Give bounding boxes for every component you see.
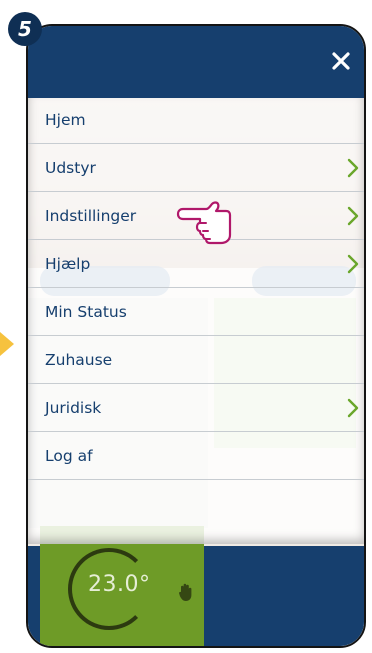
menu-item-label: Log af [45,446,93,465]
close-icon[interactable] [326,46,356,76]
menu-item-hjaelp[interactable]: Hjælp [28,240,364,288]
manual-mode-hand-icon [179,583,192,601]
app-header [28,26,364,98]
menu-item-label: Indstillinger [45,206,137,225]
menu-item-log-af[interactable]: Log af [28,432,364,480]
navigation-menu: Hjem Udstyr Indstillinger Hjælp Min Stat… [28,96,364,544]
temperature-value: 23.0° [88,572,151,597]
yellow-arrow-icon [0,332,14,356]
pointing-hand-icon [176,201,232,245]
menu-item-label: Hjem [45,110,86,129]
step-number-badge: 5 [8,12,42,46]
menu-item-udstyr[interactable]: Udstyr [28,144,364,192]
menu-item-label: Hjælp [45,254,91,273]
chevron-right-icon [347,398,359,418]
menu-item-label: Udstyr [45,158,96,177]
chevron-right-icon [347,254,359,274]
menu-item-min-status[interactable]: Min Status [28,288,364,336]
menu-item-label: Zuhause [45,350,113,369]
instruction-canvas: 5 23.0° Hjem Udstyr Indstillinger Hjælp … [0,0,372,653]
menu-item-zuhause[interactable]: Zuhause [28,336,364,384]
chevron-right-icon [347,158,359,178]
menu-item-juridisk[interactable]: Juridisk [28,384,364,432]
phone-frame: 23.0° Hjem Udstyr Indstillinger Hjælp Mi… [26,24,366,648]
menu-item-hjem[interactable]: Hjem [28,96,364,144]
menu-item-label: Min Status [45,302,127,321]
thermostat-tile: 23.0° [40,526,204,646]
menu-item-label: Juridisk [45,398,102,417]
chevron-right-icon [347,206,359,226]
